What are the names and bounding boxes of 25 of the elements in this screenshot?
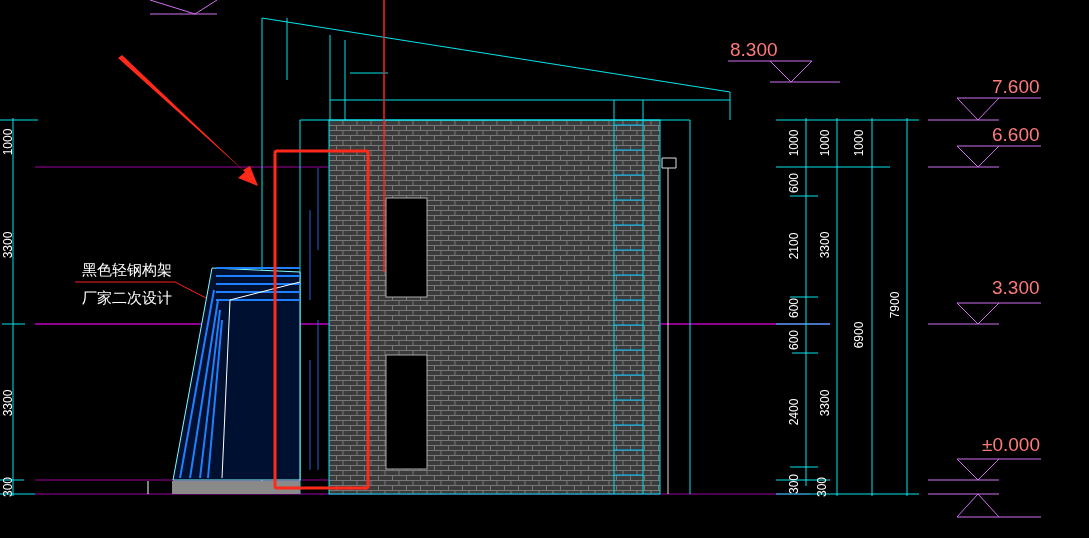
dimension-label: 3300 xyxy=(1,231,15,259)
dimension-label: 2100 xyxy=(787,232,801,260)
dimension-label: 1000 xyxy=(818,129,832,157)
elevation-label: ±0.000 xyxy=(982,434,1040,455)
dimension-label: 300 xyxy=(815,477,829,497)
dimension-label: 3300 xyxy=(818,389,832,417)
annotation-label: 黑色轻钢构架 xyxy=(82,261,172,278)
dimension-label: 600 xyxy=(787,330,801,350)
elevation-label: 7.600 xyxy=(992,76,1040,97)
dimension-label: 300 xyxy=(1,477,15,497)
annotation-label: 厂家二次设计 xyxy=(82,289,172,306)
dimension-label: 7900 xyxy=(888,291,902,319)
dimension-label: 6900 xyxy=(852,321,866,349)
dimension-label: 2400 xyxy=(787,398,801,426)
dimension-label: 1000 xyxy=(787,129,801,157)
elevation-label: 6.600 xyxy=(992,124,1040,145)
dimension-label: 1000 xyxy=(1,128,15,156)
dimension-label: 600 xyxy=(787,298,801,318)
elevation-label: 8.300 xyxy=(730,39,778,60)
dimension-label: 1000 xyxy=(852,129,866,157)
elevation-label: 3.300 xyxy=(992,277,1040,298)
dimension-label: 3300 xyxy=(1,389,15,417)
dimension-label: 300 xyxy=(787,474,801,494)
dimension-label: 600 xyxy=(787,173,801,193)
dimension-label: 3300 xyxy=(818,231,832,259)
